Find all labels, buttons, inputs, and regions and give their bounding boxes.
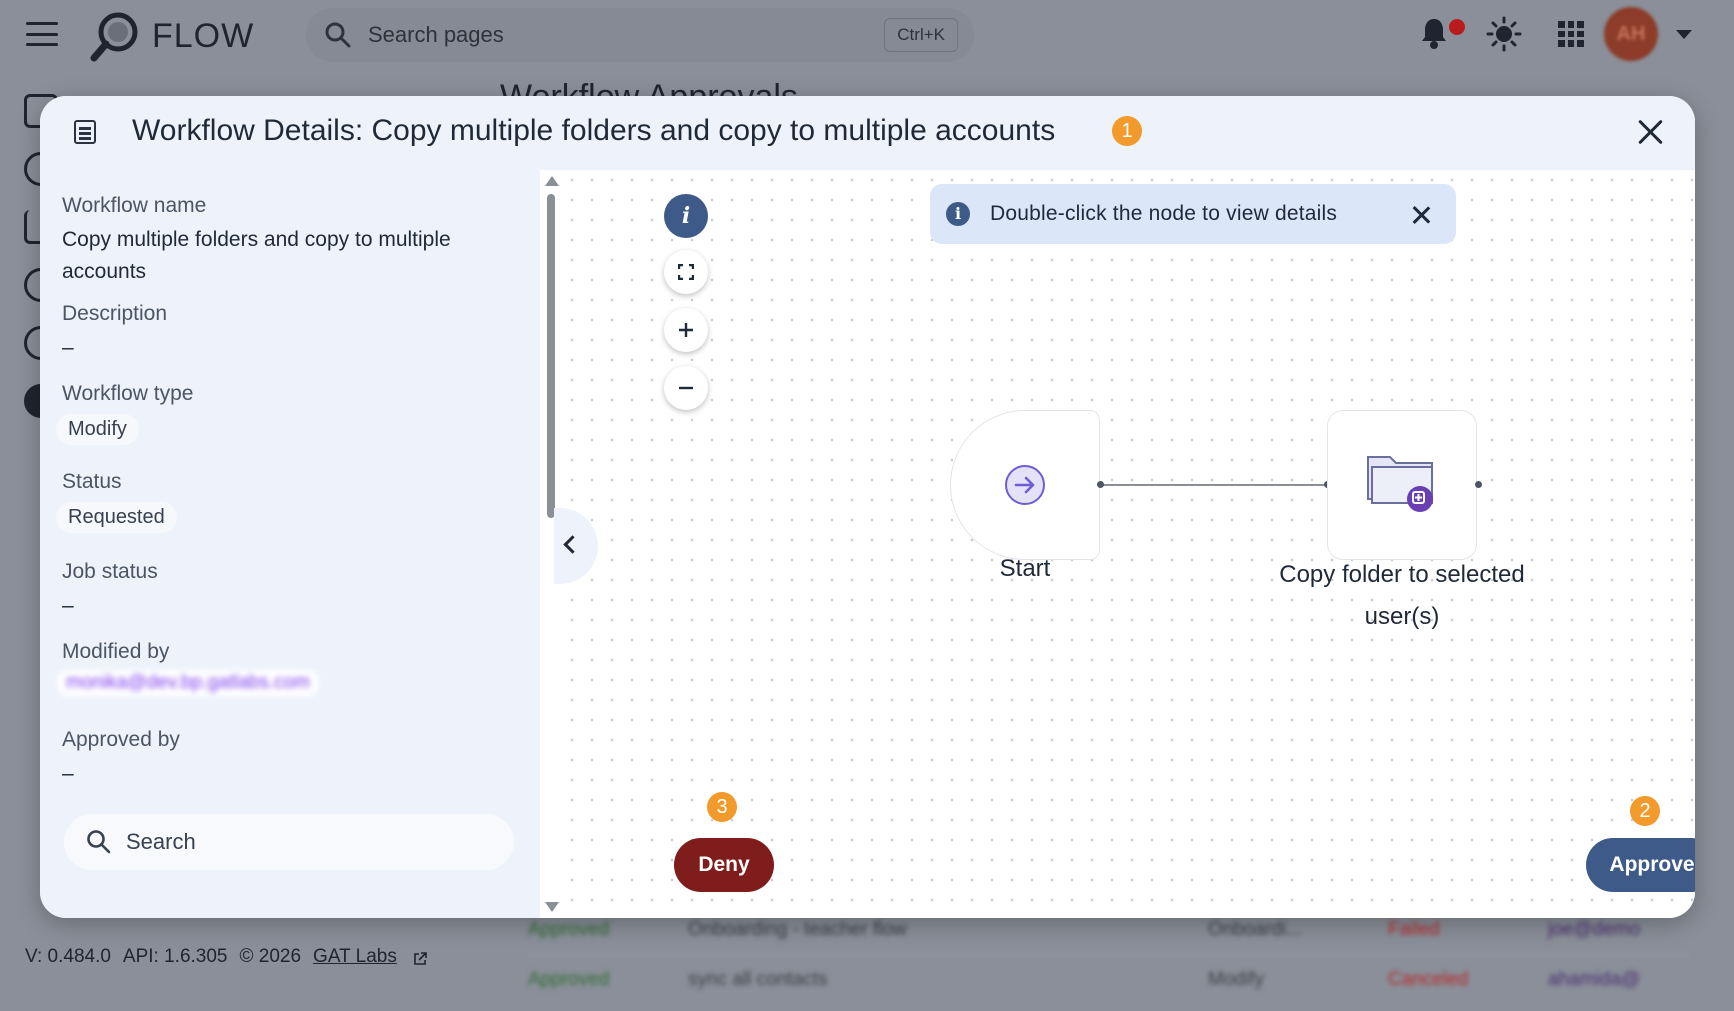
workflow-name-field: Workflow name Copy multiple folders and … [62, 194, 522, 288]
job-status-field: Job status – [62, 560, 522, 622]
description-field: Description – [62, 302, 522, 364]
theme-toggle-icon[interactable] [1486, 16, 1522, 52]
field-value: – [62, 336, 74, 359]
top-actions: AH [1414, 0, 1734, 68]
close-icon[interactable] [1637, 118, 1665, 146]
hint-banner: i Double-click the node to view details [930, 184, 1456, 244]
field-label: Workflow name [62, 194, 207, 217]
api-version-text: API: 1.6.305 [122, 946, 228, 967]
zoom-in-button[interactable] [664, 308, 708, 352]
search-shortcut: Ctrl+K [884, 18, 958, 52]
field-label: Workflow type [62, 382, 194, 405]
scroll-down-icon[interactable] [545, 902, 559, 912]
close-hint-icon[interactable] [1412, 206, 1430, 224]
folder-copy-icon [1367, 456, 1433, 512]
start-node-label: Start [999, 555, 1051, 582]
search-placeholder: Search pages [368, 22, 504, 47]
notification-dot [1449, 19, 1465, 35]
search-pages-input[interactable]: Search pages Ctrl+K [306, 8, 974, 62]
start-node[interactable] [950, 410, 1100, 560]
version-text: V: 0.484.0 [25, 946, 111, 967]
minus-icon [679, 386, 693, 390]
info-button[interactable]: i [664, 194, 708, 238]
hint-text: Double-click the node to view details [990, 202, 1338, 225]
status-badge: Requested [56, 502, 177, 533]
copy-folder-node[interactable] [1327, 410, 1477, 560]
notifications-bell-icon[interactable] [1419, 16, 1465, 50]
external-link-icon [413, 950, 427, 965]
apps-grid-icon[interactable] [1558, 21, 1584, 47]
fit-view-button[interactable] [664, 250, 708, 294]
node-port[interactable] [1475, 481, 1482, 488]
details-panel: Workflow name Copy multiple folders and … [40, 170, 540, 918]
step-badge-1: 1 [1112, 116, 1142, 146]
table-row[interactable]: Approved sync all contacts Modify Cancel… [528, 954, 1690, 1004]
field-label: Status [62, 470, 122, 493]
workflow-type-chip: Modify [56, 414, 139, 445]
dialog-title: Workflow Details: Copy multiple folders … [132, 114, 1056, 147]
arrow-right-icon [1005, 465, 1045, 505]
step-badge-3: 3 [707, 792, 737, 822]
gat-labs-link[interactable]: GAT Labs [313, 946, 397, 968]
info-icon: i [946, 202, 970, 226]
field-value: Copy multiple folders and copy to multip… [62, 228, 451, 283]
status-field: Status Requested [56, 470, 522, 533]
zoom-out-button[interactable] [664, 366, 708, 410]
workflow-details-dialog: Workflow Details: Copy multiple folders … [40, 96, 1695, 918]
approve-button[interactable]: Approve [1586, 838, 1695, 892]
chevron-down-icon[interactable] [1676, 30, 1692, 39]
search-icon [87, 830, 111, 854]
document-icon [74, 120, 96, 144]
panel-search-placeholder: Search [126, 829, 196, 854]
modified-by-email: monika@dev.bp.gatlabs.com [58, 670, 318, 696]
step-badge-2: 2 [1630, 796, 1660, 826]
chevron-left-icon [563, 535, 582, 554]
top-bar: FLOW Search pages Ctrl+K AH [0, 0, 1734, 68]
workflow-canvas[interactable]: i i Double-click the node to view detail… [554, 170, 1695, 918]
deny-button[interactable]: Deny [674, 838, 774, 892]
footer: V: 0.484.0 API: 1.6.305 © 2026 GAT Labs [25, 946, 427, 968]
plus-icon [679, 323, 693, 337]
node-port[interactable] [1097, 481, 1104, 488]
flow-logo-icon [90, 10, 142, 62]
workflow-type-field: Workflow type Modify [56, 382, 522, 445]
menu-icon[interactable] [26, 22, 58, 46]
workflow-edge [1100, 484, 1327, 486]
field-label: Job status [62, 560, 158, 583]
panel-search-input[interactable]: Search [64, 814, 514, 870]
copy-folder-node-label: Copy folder to selected user(s) [1279, 561, 1525, 630]
field-label: Modified by [62, 640, 170, 663]
collapse-panel-button[interactable] [554, 508, 598, 584]
search-icon [325, 22, 351, 48]
field-label: Approved by [62, 728, 180, 751]
scroll-thumb[interactable] [547, 194, 555, 518]
copyright-text: © 2026 [239, 946, 302, 967]
field-value: – [62, 762, 74, 785]
modified-by-field: Modified by monika@dev.bp.gatlabs.com [58, 640, 522, 696]
field-value: – [62, 594, 74, 617]
app-name: FLOW [152, 16, 255, 55]
app-logo[interactable]: FLOW [90, 10, 254, 62]
scroll-up-icon[interactable] [545, 176, 559, 186]
dialog-header: Workflow Details: Copy multiple folders … [40, 96, 1695, 170]
avatar[interactable]: AH [1604, 7, 1658, 61]
field-label: Description [62, 302, 168, 325]
approved-by-field: Approved by – [62, 728, 522, 790]
fullscreen-icon [678, 264, 694, 280]
